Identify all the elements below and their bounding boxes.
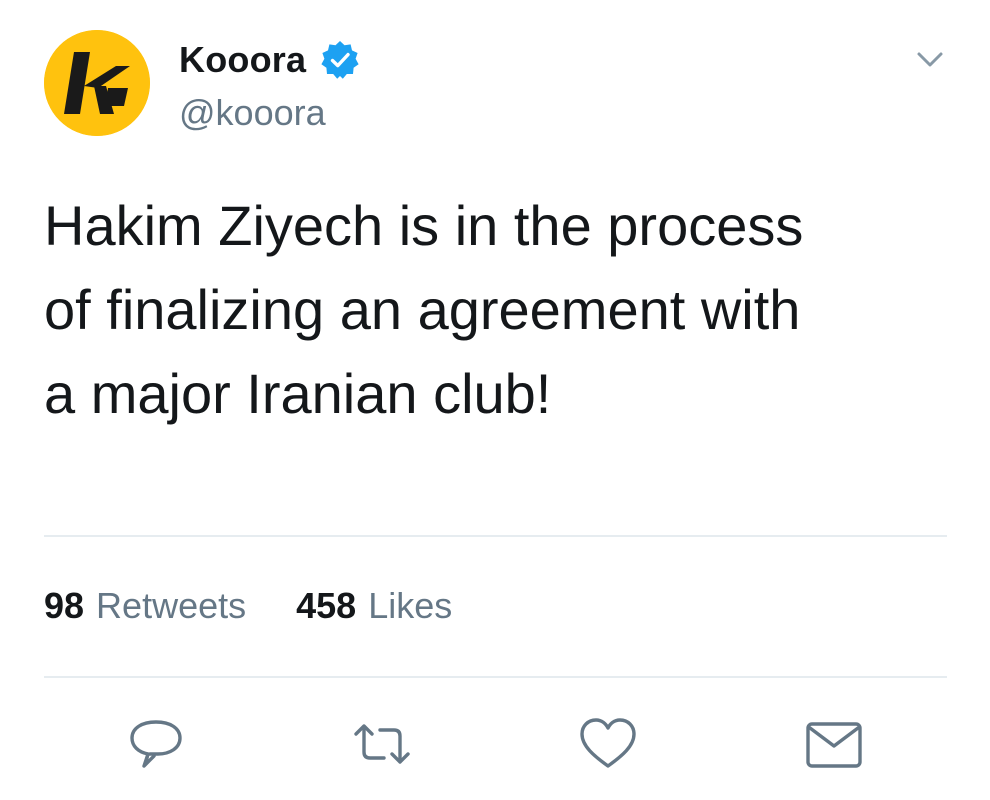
name-row: Kooora bbox=[179, 38, 360, 82]
tweet-card: Kooora @kooora Hakim Ziyech is in the pr… bbox=[0, 0, 990, 800]
action-bar bbox=[0, 712, 990, 782]
retweets-label: Retweets bbox=[96, 585, 247, 626]
like-button[interactable] bbox=[576, 712, 640, 776]
reply-button[interactable] bbox=[124, 712, 188, 776]
retweets-count: 98 bbox=[44, 585, 85, 626]
user-info: Kooora @kooora bbox=[179, 38, 360, 134]
retweets-stat[interactable]: 98 Retweets bbox=[44, 585, 246, 627]
verified-badge-icon bbox=[320, 40, 360, 80]
kooora-logo-icon bbox=[44, 30, 150, 136]
tweet-text: Hakim Ziyech is in the process of finali… bbox=[44, 194, 804, 425]
reply-icon bbox=[124, 712, 188, 776]
likes-label: Likes bbox=[368, 585, 453, 626]
user-handle[interactable]: @kooora bbox=[179, 92, 360, 134]
retweet-icon bbox=[350, 712, 414, 776]
avatar[interactable] bbox=[44, 30, 150, 136]
divider bbox=[44, 535, 947, 537]
tweet-stats: 98 Retweets 458 Likes bbox=[44, 585, 452, 627]
divider bbox=[44, 676, 947, 678]
likes-stat[interactable]: 458 Likes bbox=[296, 585, 452, 627]
retweet-button[interactable] bbox=[350, 712, 414, 776]
heart-icon bbox=[576, 712, 640, 776]
display-name[interactable]: Kooora bbox=[179, 39, 306, 81]
chevron-down-icon[interactable] bbox=[909, 46, 951, 74]
share-button[interactable] bbox=[802, 712, 866, 776]
likes-count: 458 bbox=[296, 585, 357, 626]
envelope-icon bbox=[802, 712, 866, 776]
